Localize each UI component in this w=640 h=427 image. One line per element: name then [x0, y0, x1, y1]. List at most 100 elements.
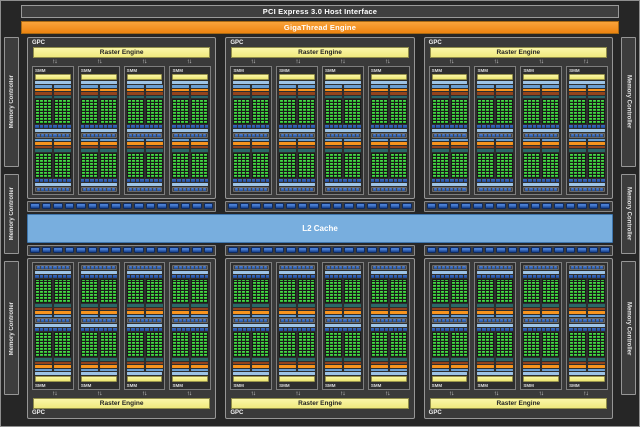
cuda-core-cell [196, 354, 199, 356]
cuda-core-cell [528, 288, 531, 290]
cuda-core-cell [40, 342, 43, 344]
cuda-core-cell [505, 288, 508, 290]
load-store-cell [592, 275, 596, 278]
cuda-core-cell [399, 348, 402, 350]
instruction-buffer-bar [252, 315, 269, 318]
load-store-sfu-row [371, 179, 407, 182]
cuda-core-cell [551, 112, 554, 114]
cuda-core-cell [40, 339, 43, 341]
cuda-core-cell [384, 339, 387, 341]
cuda-core-cell [380, 103, 383, 105]
cuda-core-cell [574, 300, 577, 302]
register-file-bar [496, 96, 513, 99]
cuda-core-cell [155, 345, 158, 347]
cuda-core-cell [284, 285, 287, 287]
texture-unit-cell [575, 319, 578, 322]
cuda-core-cell [59, 351, 62, 353]
cuda-core-cell [307, 100, 310, 102]
cuda-core-cell [555, 282, 558, 284]
cuda-core-cell [90, 163, 93, 165]
cuda-core-cell [280, 345, 283, 347]
cuda-core-cell [482, 297, 485, 299]
cuda-core-cell [326, 160, 329, 162]
cuda-core-cell [177, 106, 180, 108]
smm-unit: SMM [520, 66, 562, 195]
cuda-core-cell [196, 154, 199, 156]
cuda-core-cell [582, 109, 585, 111]
cuda-core-cell [48, 285, 51, 287]
cuda-core-cell [395, 154, 398, 156]
cuda-core-cell [445, 169, 448, 171]
cuda-core-cell [441, 351, 444, 353]
cuda-core-cell [265, 100, 268, 102]
cuda-core-cell [403, 118, 406, 120]
cuda-core-grid [344, 279, 361, 304]
cuda-core-cell [589, 106, 592, 108]
cuda-core-cell [353, 157, 356, 159]
cuda-core-cell [192, 169, 195, 171]
cuda-core-grid [432, 153, 449, 178]
gpc-row-top: GPCRaster Engine↑↓↑↓↑↓↑↓SMMSMMSMMSMMGPCR… [22, 37, 618, 199]
cuda-core-cell [433, 115, 436, 117]
cuda-core-cell [372, 154, 375, 156]
cuda-core-cell [497, 106, 500, 108]
cuda-core-cell [478, 154, 481, 156]
cuda-core-cell [173, 345, 176, 347]
load-store-sfu-row [81, 328, 117, 331]
cuda-core-cell [570, 300, 573, 302]
texture-unit-cell [525, 266, 528, 269]
cuda-core-cell [582, 163, 585, 165]
cuda-core-cell [403, 154, 406, 156]
cuda-core-cell [299, 348, 302, 350]
cuda-core-cell [505, 121, 508, 123]
cuda-core-cell [82, 336, 85, 338]
cuda-core-cell [536, 109, 539, 111]
cuda-core-cell [555, 172, 558, 174]
texture-unit-cell [335, 266, 338, 269]
smm-half-block [172, 85, 208, 124]
cuda-core-cell [48, 160, 51, 162]
raster-engine-bar: Raster Engine [430, 47, 607, 58]
texture-unit-cell [479, 134, 482, 137]
cuda-core-cell [497, 154, 500, 156]
cuda-core-cell [311, 291, 314, 293]
load-store-cell [113, 179, 117, 182]
cuda-core-cell [482, 106, 485, 108]
cuda-core-cell [311, 339, 314, 341]
warp-scheduler-bar [54, 89, 71, 92]
cuda-core-cell [151, 348, 154, 350]
cuda-core-cell [334, 297, 337, 299]
register-file-bar [54, 358, 71, 361]
cuda-core-cell [601, 291, 604, 293]
smm-half-block [35, 85, 71, 124]
cuda-core-cell [159, 345, 162, 347]
cuda-core-cell [380, 294, 383, 296]
cuda-core-cell [181, 348, 184, 350]
cuda-core-cell [490, 163, 493, 165]
texture-unit-row [432, 187, 468, 192]
cuda-core-cell [505, 154, 508, 156]
gpc-label: GPC [32, 409, 211, 417]
cuda-core-cell [509, 121, 512, 123]
texture-unit-cell [488, 266, 491, 269]
cuda-core-cell [524, 169, 527, 171]
smm-label: SMM [569, 383, 605, 388]
cuda-core-cell [185, 336, 188, 338]
cuda-core-cell [204, 348, 207, 350]
cuda-core-cell [338, 339, 341, 341]
cuda-core-cell [452, 166, 455, 168]
dispatch-unit-bar [569, 92, 586, 95]
polymorph-engine-bar [523, 376, 559, 382]
cuda-core-cell [307, 336, 310, 338]
cuda-core-cell [570, 154, 573, 156]
load-store-cell [288, 179, 292, 182]
cuda-core-cell [441, 333, 444, 335]
load-store-cell [44, 125, 48, 128]
cuda-core-cell [86, 351, 89, 353]
cuda-core-cell [380, 175, 383, 177]
cuda-core-cell [147, 300, 150, 302]
texture-unit-cell [525, 134, 528, 137]
cuda-core-cell [441, 280, 444, 282]
load-store-sfu-row [569, 125, 605, 128]
texture-unit-cell [343, 188, 346, 191]
